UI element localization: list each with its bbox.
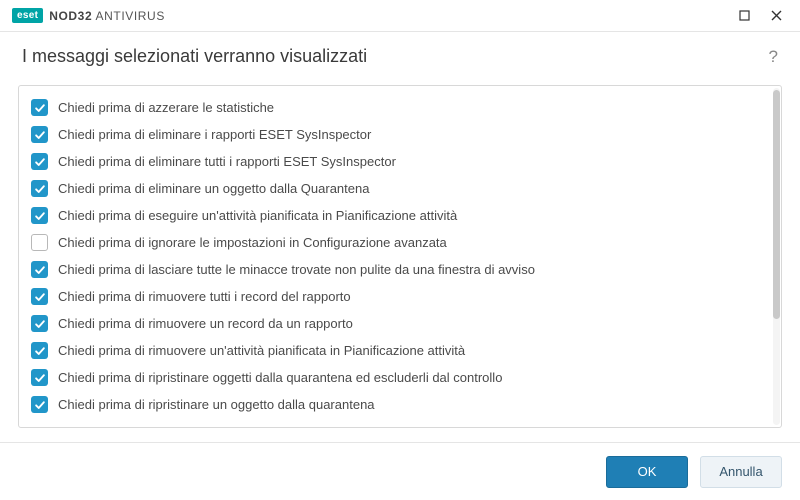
list-item: Chiedi prima di ignorare le impostazioni… — [25, 229, 766, 256]
ok-button[interactable]: OK — [606, 456, 688, 488]
option-label: Chiedi prima di ripristinare un oggetto … — [58, 397, 375, 412]
list-item: Chiedi prima di eliminare i rapporti ESE… — [25, 121, 766, 148]
scrollbar-thumb[interactable] — [773, 90, 780, 319]
option-label: Chiedi prima di rimuovere tutti i record… — [58, 289, 351, 304]
scrollbar[interactable] — [773, 88, 780, 425]
checkbox[interactable] — [31, 153, 48, 170]
option-label: Chiedi prima di eliminare i rapporti ESE… — [58, 127, 371, 142]
list-item: Chiedi prima di ripristinare oggetti dal… — [25, 364, 766, 391]
checkbox[interactable] — [31, 99, 48, 116]
option-label: Chiedi prima di eliminare un oggetto dal… — [58, 181, 369, 196]
list-item: Chiedi prima di eliminare un oggetto dal… — [25, 175, 766, 202]
option-label: Chiedi prima di eseguire un'attività pia… — [58, 208, 457, 223]
page-title: I messaggi selezionati verranno visualiz… — [22, 46, 367, 67]
product-name: NOD32 ANTIVIRUS — [49, 9, 165, 23]
list-item: Chiedi prima di eseguire un'attività pia… — [25, 202, 766, 229]
list-item: Chiedi prima di rimuovere un'attività pi… — [25, 337, 766, 364]
checkbox[interactable] — [31, 315, 48, 332]
list-item: Chiedi prima di rimuovere un record da u… — [25, 310, 766, 337]
option-label: Chiedi prima di ripristinare oggetti dal… — [58, 370, 502, 385]
options-list: Chiedi prima di azzerare le statistiche C… — [18, 85, 782, 428]
list-item: Chiedi prima di azzerare le statistiche — [25, 94, 766, 121]
dialog-footer: OK Annulla — [0, 442, 800, 500]
titlebar: eset NOD32 ANTIVIRUS — [0, 0, 800, 32]
checkbox[interactable] — [31, 342, 48, 359]
checkbox[interactable] — [31, 126, 48, 143]
option-label: Chiedi prima di azzerare le statistiche — [58, 100, 274, 115]
checkbox[interactable] — [31, 396, 48, 413]
option-label: Chiedi prima di lasciare tutte le minacc… — [58, 262, 535, 277]
product-logo: eset NOD32 ANTIVIRUS — [12, 8, 165, 23]
dialog-header: I messaggi selezionati verranno visualiz… — [0, 32, 800, 85]
option-label: Chiedi prima di ignorare le impostazioni… — [58, 235, 447, 250]
checkbox[interactable] — [31, 288, 48, 305]
list-item: Chiedi prima di eliminare tutti i rappor… — [25, 148, 766, 175]
checkbox[interactable] — [31, 180, 48, 197]
close-icon[interactable] — [760, 2, 792, 30]
checkbox[interactable] — [31, 207, 48, 224]
option-label: Chiedi prima di eliminare tutti i rappor… — [58, 154, 396, 169]
option-label: Chiedi prima di rimuovere un record da u… — [58, 316, 353, 331]
cancel-button[interactable]: Annulla — [700, 456, 782, 488]
maximize-icon[interactable] — [728, 2, 760, 30]
list-item: Chiedi prima di rimuovere tutti i record… — [25, 283, 766, 310]
checkbox[interactable] — [31, 234, 48, 251]
checkbox[interactable] — [31, 261, 48, 278]
option-label: Chiedi prima di rimuovere un'attività pi… — [58, 343, 465, 358]
checkbox[interactable] — [31, 369, 48, 386]
list-item: Chiedi prima di lasciare tutte le minacc… — [25, 256, 766, 283]
content-area: Chiedi prima di azzerare le statistiche C… — [0, 85, 800, 428]
list-item: Chiedi prima di ripristinare un oggetto … — [25, 391, 766, 418]
brand-badge: eset — [12, 8, 43, 23]
help-icon[interactable]: ? — [769, 47, 778, 67]
